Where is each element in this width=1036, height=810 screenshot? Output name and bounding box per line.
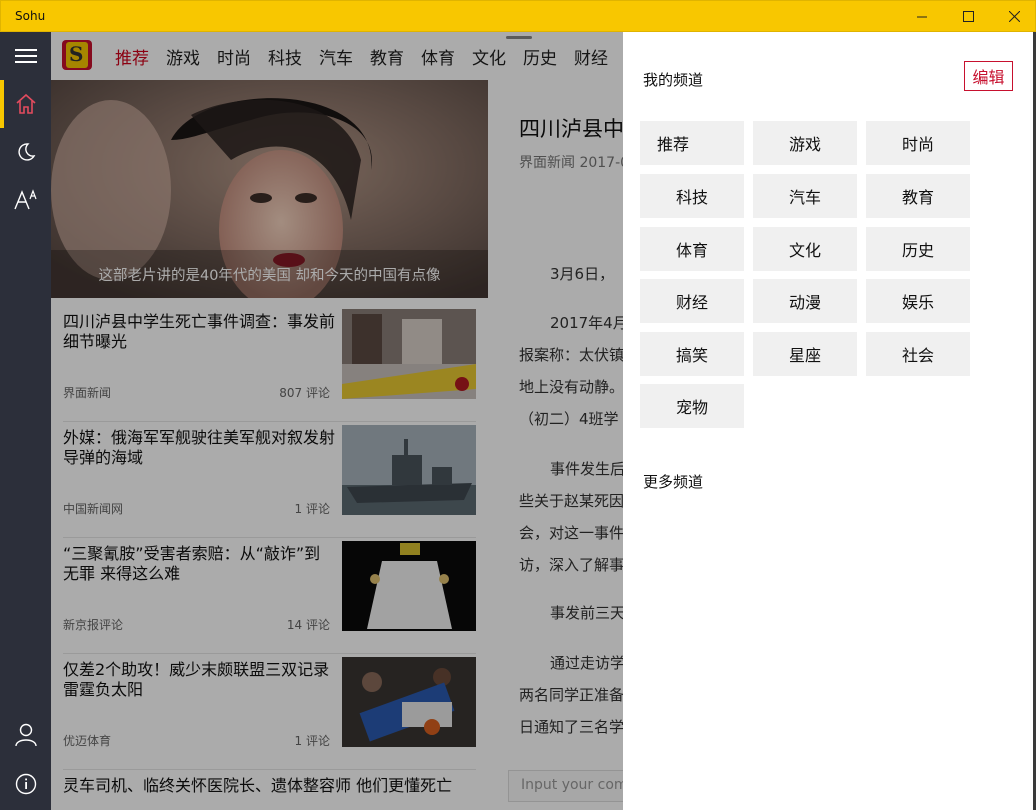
account-button[interactable]: [0, 711, 51, 759]
minimize-icon: [916, 16, 927, 18]
night-mode-icon: [17, 143, 35, 161]
home-icon: [15, 93, 36, 114]
close-icon: [1008, 11, 1020, 22]
font-size-button[interactable]: [0, 176, 51, 224]
channel-chip[interactable]: 宠物: [640, 384, 744, 428]
channel-chip[interactable]: 搞笑: [640, 332, 744, 376]
font-size-icon: [13, 189, 37, 210]
channel-chip[interactable]: 教育: [866, 174, 970, 218]
channel-chip[interactable]: 文化: [753, 227, 857, 271]
menu-icon: [14, 49, 37, 63]
maximize-icon: [962, 11, 974, 22]
channel-chip[interactable]: 汽车: [753, 174, 857, 218]
modal-dim-overlay[interactable]: [51, 32, 623, 810]
channel-chip[interactable]: 历史: [866, 227, 970, 271]
info-icon: [15, 773, 36, 795]
channel-chip[interactable]: 体育: [640, 227, 744, 271]
night-mode-button[interactable]: [0, 128, 51, 176]
channel-chip[interactable]: 财经: [640, 279, 744, 323]
sidebar: [0, 32, 51, 810]
minimize-button[interactable]: [899, 1, 945, 32]
home-button[interactable]: [0, 80, 51, 128]
title-bar: Sohu: [0, 0, 1036, 32]
more-channels-heading: 更多频道: [643, 473, 704, 491]
window-title: Sohu: [15, 9, 46, 23]
channel-chip[interactable]: 星座: [753, 332, 857, 376]
maximize-button[interactable]: [945, 1, 991, 32]
channel-panel: 我的频道 编辑 推荐 游戏 时尚 科技 汽车 教育 体育 文化 历史 财经 动漫…: [623, 32, 1033, 808]
edit-channels-button[interactable]: 编辑: [964, 61, 1013, 91]
channel-chip[interactable]: 推荐: [640, 121, 744, 165]
channel-chip[interactable]: 科技: [640, 174, 744, 218]
user-icon: [14, 723, 37, 747]
hamburger-menu-button[interactable]: [0, 32, 51, 80]
channel-chip[interactable]: 时尚: [866, 121, 970, 165]
channel-chip[interactable]: 动漫: [753, 279, 857, 323]
about-button[interactable]: [0, 760, 51, 808]
channel-chip[interactable]: 游戏: [753, 121, 857, 165]
close-button[interactable]: [991, 1, 1036, 32]
channel-chip[interactable]: 娱乐: [866, 279, 970, 323]
my-channels-heading: 我的频道: [643, 71, 704, 89]
channel-chip[interactable]: 社会: [866, 332, 970, 376]
